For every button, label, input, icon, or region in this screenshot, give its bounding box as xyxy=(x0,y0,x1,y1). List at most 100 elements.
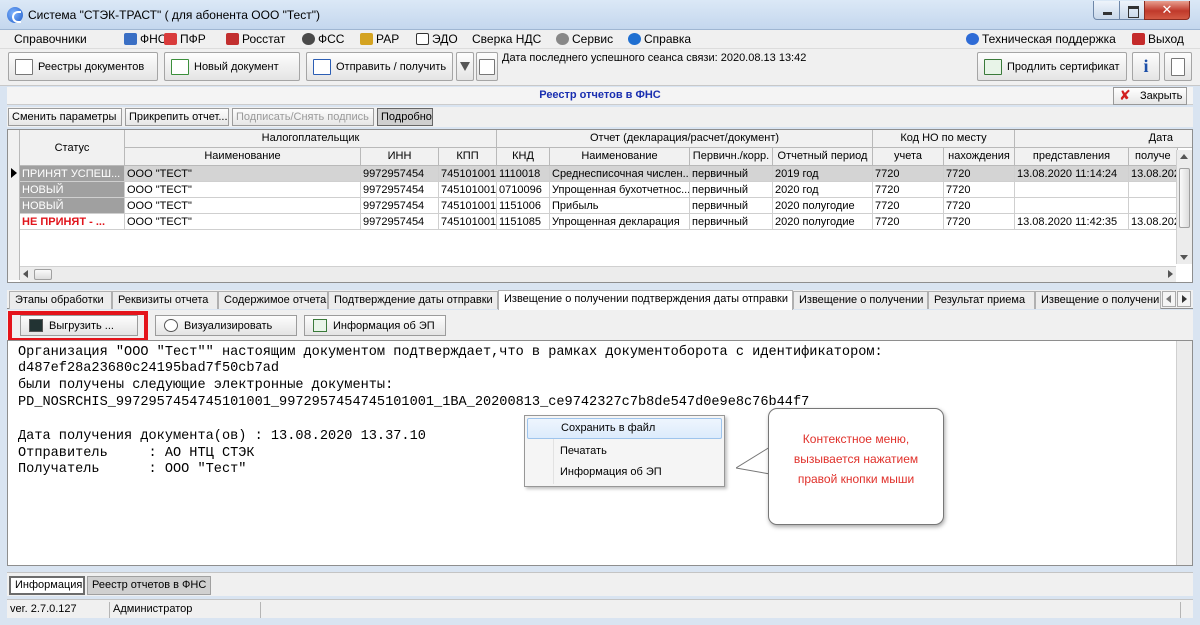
table-cell[interactable]: Среднесписочная числен... xyxy=(550,166,690,182)
header-inn[interactable]: ИНН xyxy=(361,148,439,166)
info-button[interactable]: i xyxy=(1132,52,1160,81)
menu-exit[interactable]: Выход xyxy=(1132,32,1184,48)
menu-edo[interactable]: ЭДО xyxy=(416,32,458,48)
header-name[interactable]: Наименование xyxy=(125,148,361,166)
table-cell[interactable]: 7720 xyxy=(873,166,944,182)
table-cell[interactable]: 1151006 xyxy=(497,198,550,214)
menu-vat-reconciliation[interactable]: Сверка НДС xyxy=(472,32,541,48)
tab-report-contents[interactable]: Содержимое отчета xyxy=(218,291,328,309)
details-toggle-button[interactable]: Подробно xyxy=(377,108,433,126)
new-document-button[interactable]: Новый документ xyxy=(164,52,300,81)
close-window-button[interactable]: ✕ xyxy=(1144,1,1190,20)
tab-processing-stages[interactable]: Этапы обработки xyxy=(9,291,112,309)
table-cell[interactable]: 9972957454 xyxy=(361,182,439,198)
table-cell[interactable]: Прибыль xyxy=(550,198,690,214)
scroll-down-icon[interactable] xyxy=(1180,255,1188,260)
close-registry-button[interactable]: ✘ Закрыть xyxy=(1113,87,1187,105)
tabs-scroll-right[interactable] xyxy=(1177,291,1191,307)
send-receive-button[interactable]: Отправить / получить xyxy=(306,52,453,81)
scroll-thumb[interactable] xyxy=(34,269,52,280)
row-status[interactable]: ПРИНЯТ УСПЕШ... xyxy=(20,166,125,182)
minimize-button[interactable] xyxy=(1093,1,1120,20)
menu-support[interactable]: Техническая поддержка xyxy=(966,32,1116,48)
table-cell[interactable]: 7720 xyxy=(944,198,1015,214)
table-cell[interactable]: ООО "ТЕСТ" xyxy=(125,182,361,198)
ctx-print[interactable]: Печатать xyxy=(527,441,722,462)
table-cell[interactable]: 0710096 xyxy=(497,182,550,198)
scroll-thumb[interactable] xyxy=(1179,168,1190,228)
table-cell[interactable] xyxy=(1129,198,1178,214)
table-cell[interactable]: 7720 xyxy=(873,198,944,214)
row-status[interactable]: НОВЫЙ xyxy=(20,198,125,214)
header-registration[interactable]: учета xyxy=(873,148,944,166)
table-cell[interactable]: 13.08.2020 11:14:24 xyxy=(1015,166,1129,182)
table-cell[interactable] xyxy=(1015,198,1129,214)
tabs-scroll-left[interactable] xyxy=(1162,291,1176,307)
table-cell[interactable]: 7720 xyxy=(944,166,1015,182)
table-cell[interactable]: Упрощенная декларация xyxy=(550,214,690,230)
table-cell[interactable]: 7720 xyxy=(873,182,944,198)
menu-references[interactable]: Справочники xyxy=(14,32,87,48)
table-cell[interactable]: ООО "ТЕСТ" xyxy=(125,198,361,214)
row-status[interactable]: НОВЫЙ xyxy=(20,182,125,198)
table-cell[interactable]: 7720 xyxy=(873,214,944,230)
table-cell[interactable]: первичный xyxy=(690,198,773,214)
tab-fns-registry[interactable]: Реестр отчетов в ФНС xyxy=(87,576,211,595)
header-period[interactable]: Отчетный период xyxy=(773,148,873,166)
menu-fss[interactable]: ФСС xyxy=(302,32,344,48)
table-cell[interactable]: 7720 xyxy=(944,214,1015,230)
table-cell[interactable]: 745101001 xyxy=(439,182,497,198)
table-cell[interactable]: 9972957454 xyxy=(361,198,439,214)
table-cell[interactable]: 13.08.202 xyxy=(1129,214,1178,230)
renew-certificate-button[interactable]: Продлить сертификат xyxy=(977,52,1127,81)
ctx-signature-info[interactable]: Информация об ЭП xyxy=(527,462,722,483)
signature-info-button[interactable]: Информация об ЭП xyxy=(304,315,446,336)
registry-button[interactable]: Реестры документов xyxy=(8,52,158,81)
tab-report-details[interactable]: Реквизиты отчета xyxy=(112,291,218,309)
tab-acceptance-result[interactable]: Результат приема xyxy=(928,291,1035,309)
tab-notice-confirmation-receipt[interactable]: Извещение о получении подтверждения даты… xyxy=(498,290,793,310)
table-cell[interactable] xyxy=(1129,182,1178,198)
header-submission[interactable]: представления xyxy=(1015,148,1129,166)
scroll-up-icon[interactable] xyxy=(1180,154,1188,159)
table-cell[interactable]: 2019 год xyxy=(773,166,873,182)
scroll-left-icon[interactable] xyxy=(23,270,28,278)
header-location[interactable]: нахождения xyxy=(944,148,1015,166)
header-knd[interactable]: КНД xyxy=(497,148,550,166)
header-status[interactable]: Статус xyxy=(20,130,125,166)
table-cell[interactable]: 745101001 xyxy=(439,214,497,230)
menu-pfr[interactable]: ПФР xyxy=(164,32,206,48)
row-status[interactable]: НЕ ПРИНЯТ - ... xyxy=(20,214,125,230)
table-cell[interactable]: ООО "ТЕСТ" xyxy=(125,214,361,230)
pdf-button[interactable] xyxy=(1164,52,1192,81)
ctx-save-to-file[interactable]: Сохранить в файл xyxy=(527,418,722,439)
table-cell[interactable]: 1151085 xyxy=(497,214,550,230)
table-cell[interactable]: 745101001 xyxy=(439,166,497,182)
grid-vertical-scrollbar[interactable] xyxy=(1176,150,1192,264)
header-report-name[interactable]: Наименование xyxy=(550,148,690,166)
table-cell[interactable]: 7720 xyxy=(944,182,1015,198)
table-cell[interactable]: Упрощенная бухотчетнос... xyxy=(550,182,690,198)
maximize-button[interactable] xyxy=(1119,1,1145,20)
send-receive-dropdown[interactable] xyxy=(456,52,474,81)
tab-information[interactable]: Информация xyxy=(9,576,85,595)
menu-rosstat[interactable]: Росстат xyxy=(226,32,285,48)
header-primary-correction[interactable]: Первичн./корр. xyxy=(690,148,773,166)
attach-report-button[interactable]: Прикрепить отчет... xyxy=(125,108,229,126)
table-cell[interactable]: 9972957454 xyxy=(361,166,439,182)
grid-horizontal-scrollbar[interactable] xyxy=(20,266,1176,282)
table-cell[interactable]: 9972957454 xyxy=(361,214,439,230)
table-cell[interactable]: 745101001 xyxy=(439,198,497,214)
menu-rar[interactable]: РАР xyxy=(360,32,399,48)
tab-receipt-notice[interactable]: Извещение о получении xyxy=(793,291,928,309)
table-cell[interactable]: 2020 полугодие xyxy=(773,198,873,214)
menu-fns[interactable]: ФНС xyxy=(124,32,166,48)
menu-help[interactable]: Справка xyxy=(628,32,691,48)
sign-unsign-button[interactable]: Подписать/Снять подпись xyxy=(232,108,374,126)
table-cell[interactable]: 13.08.202 xyxy=(1129,166,1178,182)
export-button[interactable]: Выгрузить ... xyxy=(20,315,138,336)
header-kpp[interactable]: КПП xyxy=(439,148,497,166)
table-cell[interactable]: первичный xyxy=(690,166,773,182)
table-cell[interactable] xyxy=(1015,182,1129,198)
table-cell[interactable]: 1110018 xyxy=(497,166,550,182)
